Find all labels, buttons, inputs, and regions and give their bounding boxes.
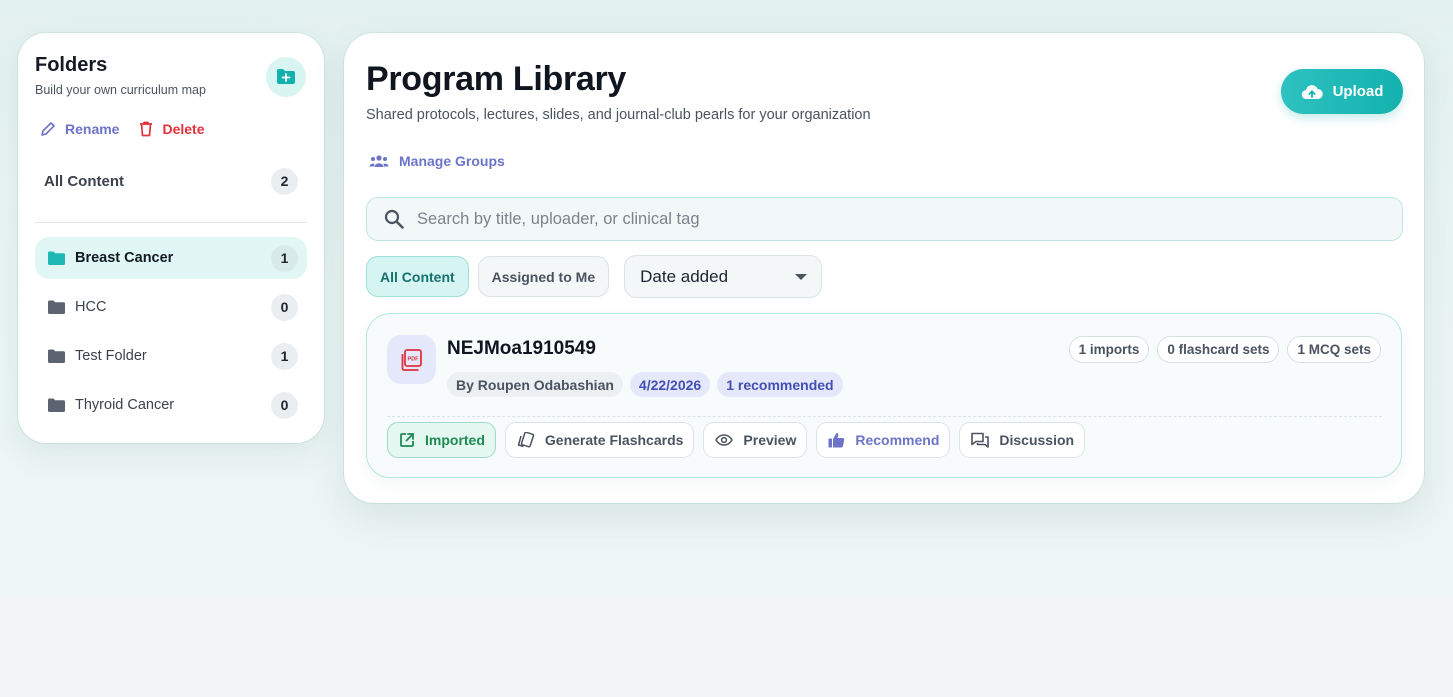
folder-item-breast-cancer[interactable]: Breast Cancer 1	[35, 237, 307, 279]
folder-icon	[48, 300, 65, 314]
date-pill: 4/22/2026	[629, 372, 711, 397]
upload-label: Upload	[1332, 83, 1384, 100]
content-title[interactable]: NEJMoa1910549	[447, 338, 596, 360]
folder-all-content-label: All Content	[44, 172, 124, 190]
flashcards-icon	[517, 432, 535, 448]
content-meta: By Roupen Odabashian 4/22/2026 1 recomme…	[447, 372, 843, 397]
folders-panel: Folders Build your own curriculum map Re…	[18, 33, 324, 443]
upload-button[interactable]: Upload	[1281, 69, 1403, 114]
card-actions: Imported Generate Flashcards Preview Rec…	[387, 422, 1086, 458]
folder-list: Breast Cancer 1 HCC 0 Test Folder 1 Thyr…	[35, 237, 307, 433]
folder-icon	[48, 398, 65, 412]
chat-bubbles-icon	[971, 432, 990, 448]
imported-button[interactable]: Imported	[387, 422, 496, 458]
imports-stat: 1 imports	[1068, 336, 1150, 363]
new-folder-button[interactable]	[266, 57, 306, 97]
filter-all-content[interactable]: All Content	[366, 256, 469, 297]
search-icon	[384, 209, 404, 229]
manage-groups-link[interactable]: Manage Groups	[369, 153, 505, 169]
folder-count-badge: 2	[271, 167, 298, 195]
discussion-button[interactable]: Discussion	[959, 422, 1086, 458]
delete-label: Delete	[162, 121, 205, 137]
manage-groups-label: Manage Groups	[399, 153, 505, 169]
groups-icon	[369, 155, 389, 167]
card-divider	[387, 416, 1382, 417]
recommended-pill: 1 recommended	[717, 372, 843, 397]
trash-icon	[140, 121, 153, 137]
filter-assigned-to-me[interactable]: Assigned to Me	[477, 256, 610, 297]
imported-label: Imported	[425, 432, 485, 448]
page-title: Program Library	[366, 60, 627, 98]
folder-all-content[interactable]: All Content 2	[35, 167, 307, 195]
folders-title: Folders	[35, 54, 108, 76]
folder-icon	[48, 349, 65, 363]
mcq-sets-stat: 1 MCQ sets	[1287, 336, 1381, 363]
folder-name: Test Folder	[75, 348, 147, 364]
search-input[interactable]	[417, 209, 1317, 229]
discussion-label: Discussion	[999, 432, 1075, 448]
page-background-band	[0, 600, 1453, 697]
recommend-button[interactable]: Recommend	[816, 422, 951, 458]
folder-item-thyroid-cancer[interactable]: Thyroid Cancer 0	[35, 384, 307, 426]
uploader-pill: By Roupen Odabashian	[447, 372, 623, 397]
svg-text:PDF: PDF	[407, 356, 419, 362]
folder-count-badge: 0	[271, 391, 298, 419]
folder-icon	[48, 251, 65, 265]
folder-name: Breast Cancer	[75, 250, 174, 266]
cloud-upload-icon	[1301, 84, 1323, 99]
folder-count-badge: 1	[271, 342, 298, 370]
pencil-icon	[41, 122, 55, 136]
delete-folder-button[interactable]: Delete	[139, 121, 205, 137]
rename-label: Rename	[65, 121, 120, 137]
sort-select[interactable]: Date added	[624, 255, 823, 298]
thumbs-up-icon	[828, 433, 845, 448]
flashcard-sets-stat: 0 flashcard sets	[1157, 336, 1280, 363]
eye-icon	[715, 434, 734, 446]
folders-subtitle: Build your own curriculum map	[35, 83, 206, 97]
folder-item-test-folder[interactable]: Test Folder 1	[35, 335, 307, 377]
folder-plus-icon	[277, 69, 295, 84]
filter-bar: All Content Assigned to Me Date added	[366, 255, 823, 298]
content-card: PDF NEJMoa1910549 By Roupen Odabashian 4…	[366, 313, 1402, 478]
pdf-file-icon: PDF	[387, 335, 436, 384]
rename-folder-button[interactable]: Rename	[40, 121, 119, 137]
folder-name: HCC	[75, 299, 107, 315]
library-panel: Program Library Shared protocols, lectur…	[344, 33, 1424, 503]
search-bar	[366, 197, 1403, 241]
folder-item-hcc[interactable]: HCC 0	[35, 286, 307, 328]
content-stats: 1 imports 0 flashcard sets 1 MCQ sets	[1068, 336, 1381, 363]
page-subtitle: Shared protocols, lectures, slides, and …	[366, 107, 871, 123]
preview-button[interactable]: Preview	[703, 422, 808, 458]
folder-name: Thyroid Cancer	[75, 397, 175, 413]
divider	[35, 222, 307, 223]
preview-label: Preview	[743, 432, 797, 448]
folder-count-badge: 1	[271, 244, 298, 272]
external-link-icon	[400, 433, 414, 447]
folder-count-badge: 0	[271, 293, 298, 321]
sort-select-value: Date added	[640, 266, 729, 286]
chevron-down-icon	[795, 273, 808, 280]
generate-flashcards-label: Generate Flashcards	[544, 432, 684, 448]
recommend-label: Recommend	[855, 432, 940, 448]
generate-flashcards-button[interactable]: Generate Flashcards	[504, 422, 695, 458]
